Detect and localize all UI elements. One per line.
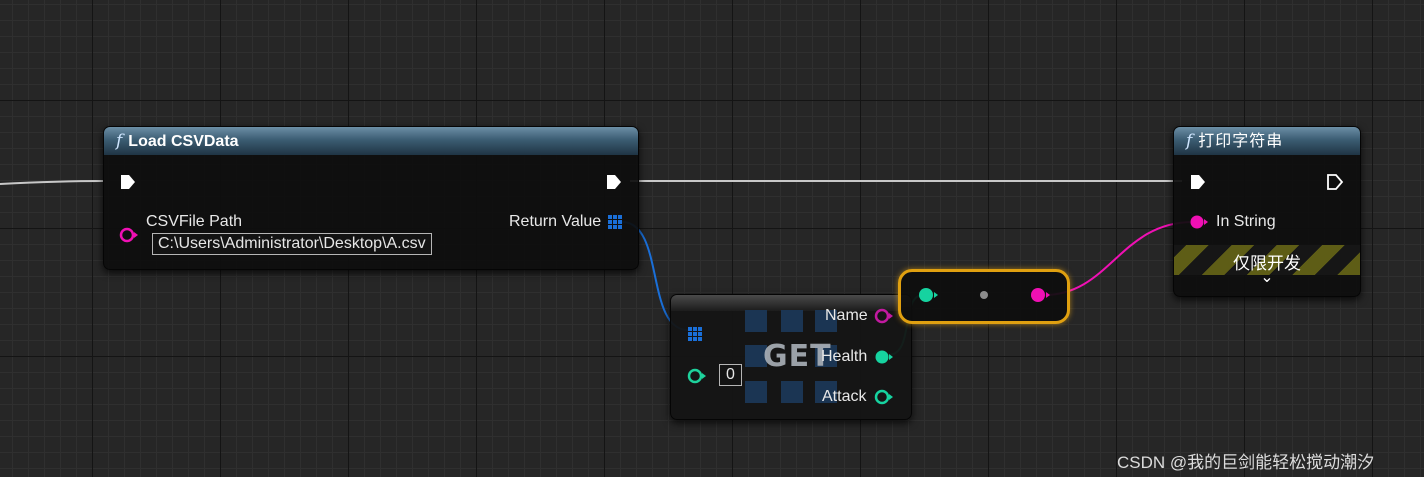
get-bg-cell [745,310,767,332]
index-input[interactable]: 0 [719,364,742,386]
load-csvdata-header[interactable]: f Load CSVData [104,127,638,155]
health-pin-label: Health [821,348,868,365]
print-string-header[interactable]: f 打印字符串 [1174,127,1360,155]
function-icon: f [116,131,123,151]
attack-pin-label: Attack [822,388,867,405]
name-pin-label: Name [825,307,868,324]
index-pin[interactable] [687,367,707,385]
get-node[interactable]: GET 0 Name Health Attack [670,294,912,420]
load-csvdata-node[interactable]: f Load CSVData CSVFile Path C:\Users\Admi… [103,126,639,270]
exec-in-pin[interactable] [119,173,137,191]
csv-path-input[interactable]: C:\Users\Administrator\Desktop\A.csv [152,233,432,255]
get-bg-cell [781,310,803,332]
csv-path-label: CSVFile Path [146,213,243,230]
print-string-node[interactable]: f 打印字符串 In String 仅限开发 ⌄ [1173,126,1361,297]
in-string-pin[interactable] [1188,213,1212,231]
in-string-label: In String [1216,213,1276,230]
return-value-pin[interactable] [607,214,623,230]
array-in-pin[interactable] [687,326,703,342]
health-pin[interactable] [873,348,895,366]
expand-chevron-icon[interactable]: ⌄ [1174,267,1360,287]
function-icon: f [1186,131,1193,151]
return-value-label: Return Value [509,213,602,230]
get-bg-cell [781,381,803,403]
attack-pin[interactable] [873,388,895,406]
print-string-title: 打印字符串 [1198,133,1284,150]
exec-out-pin[interactable] [605,173,623,191]
exec-out-pin[interactable] [1326,173,1344,191]
csv-path-pin[interactable] [118,226,140,244]
exec-in-pin[interactable] [1189,173,1207,191]
exec-wire-in [0,180,105,185]
name-pin[interactable] [873,307,895,325]
conversion-in-pin[interactable] [916,286,940,304]
load-csvdata-title: Load CSVData [128,133,239,150]
conversion-out-pin[interactable] [1028,286,1052,304]
conversion-node[interactable] [898,269,1070,324]
watermark: CSDN @我的巨剑能轻松搅动潮汐 [1117,453,1375,472]
conversion-dot-icon [980,291,988,299]
get-bg-cell [745,381,767,403]
